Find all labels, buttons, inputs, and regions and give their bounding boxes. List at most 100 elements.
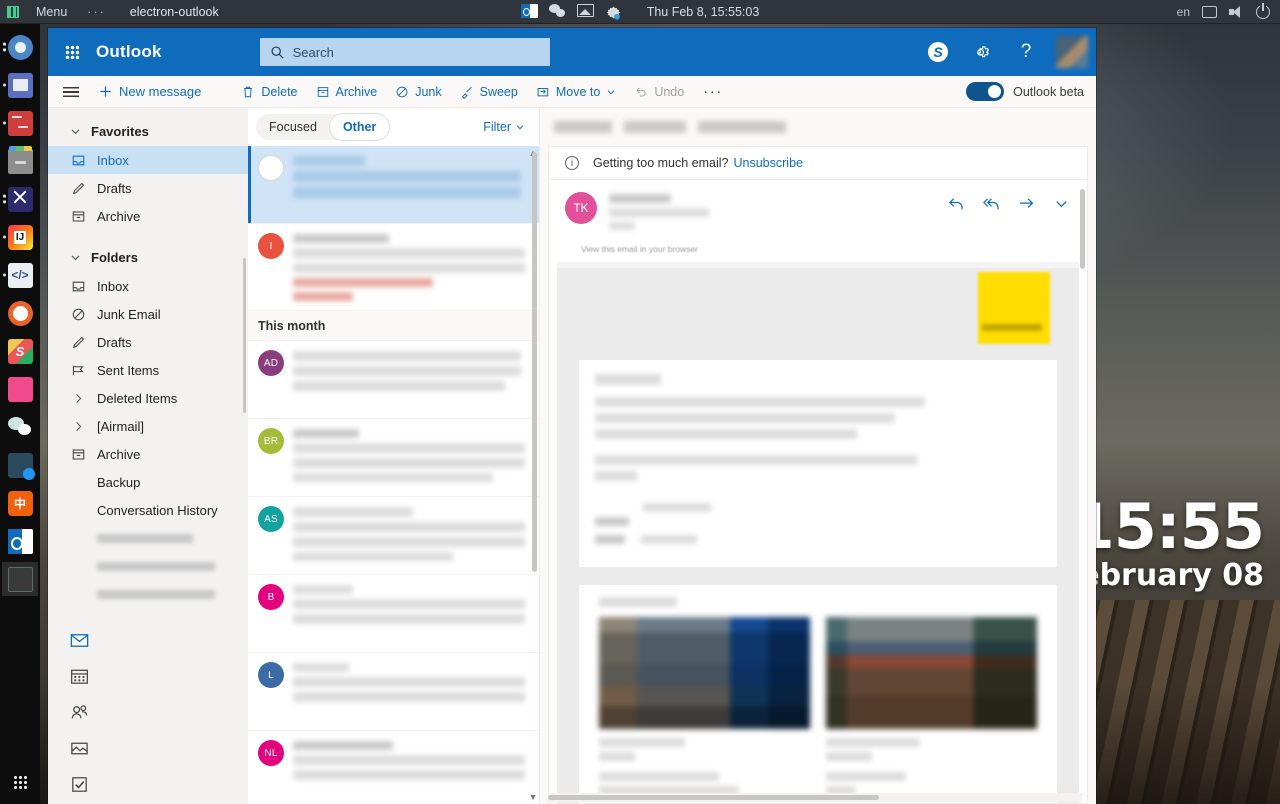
sweep-button[interactable]: Sweep [451, 76, 527, 108]
archive-button[interactable]: Archive [307, 76, 387, 108]
message-row[interactable]: B [248, 575, 539, 653]
new-message-button[interactable]: New message [94, 76, 210, 108]
reading-pane-scrollbar[interactable] [1080, 189, 1085, 789]
folder-item-blurred-9[interactable] [48, 524, 248, 552]
message-list-scrollbar[interactable] [532, 152, 537, 572]
message-row[interactable]: BR [248, 419, 539, 497]
favorites-group-header[interactable]: Favorites [48, 116, 248, 146]
folder-item-airmail[interactable]: [Airmail] [48, 412, 248, 440]
dock-item-red-app[interactable] [2, 106, 38, 140]
outlook-tray-icon[interactable] [520, 3, 539, 20]
dock-item-wechat[interactable] [2, 410, 38, 444]
dock-item-screenshot-tool[interactable] [2, 448, 38, 482]
settings-button[interactable] [964, 28, 1000, 76]
display-icon[interactable] [1202, 6, 1217, 18]
folder-item-blurred-10[interactable] [48, 552, 248, 580]
sender-avatar[interactable]: BR [258, 428, 284, 454]
reply-icon[interactable] [947, 194, 966, 213]
junk-button[interactable]: Junk [386, 76, 450, 108]
undo-button[interactable]: Undo [625, 76, 693, 108]
dock-item-orange-app[interactable]: 中 [2, 486, 38, 520]
dock-item-visual-studio[interactable]: ⨉ [2, 182, 38, 216]
app-launcher-icon[interactable] [48, 28, 96, 76]
sidebar-item-archive[interactable]: Archive [48, 202, 248, 230]
sidebar-item-inbox[interactable]: Inbox [48, 146, 248, 174]
folder-item-blurred-11[interactable] [48, 580, 248, 608]
unread-indicator[interactable] [258, 155, 284, 181]
sender-avatar[interactable]: AS [258, 506, 284, 532]
folder-pane-scrollbar[interactable] [243, 258, 246, 413]
dock-item-intellij-idea[interactable] [2, 220, 38, 254]
message-row[interactable]: I [248, 224, 539, 311]
dock-item-file-manager[interactable] [2, 144, 38, 178]
panel-overflow-button[interactable]: ··· [77, 0, 116, 24]
panel-logo-icon[interactable] [0, 0, 26, 24]
unsubscribe-link[interactable]: Unsubscribe [734, 156, 803, 170]
chevron-down-icon[interactable] [1052, 194, 1071, 213]
folder-item-inbox[interactable]: Inbox [48, 272, 248, 300]
nav-people[interactable] [58, 694, 100, 730]
volume-icon[interactable] [1229, 5, 1244, 19]
sidebar-item-drafts[interactable]: Drafts [48, 174, 248, 202]
folder-item-deleted-items[interactable]: Deleted Items [48, 384, 248, 412]
menu-icon[interactable] [48, 76, 94, 108]
message-row[interactable]: AD [248, 341, 539, 419]
wechat-tray-icon[interactable] [548, 3, 567, 20]
message-row[interactable]: NL [248, 731, 539, 804]
sender-avatar[interactable]: NL [258, 740, 284, 766]
junk-icon [70, 307, 86, 322]
view-in-browser-link[interactable]: View this email in your browser [549, 244, 1087, 254]
folder-item-junk-email[interactable]: Junk Email [48, 300, 248, 328]
sender-avatar[interactable]: I [258, 233, 284, 259]
power-icon[interactable] [1256, 3, 1270, 19]
toolbar-overflow-button[interactable]: ··· [693, 83, 733, 100]
dock-item-media-player[interactable] [2, 296, 38, 330]
settings-tray-icon[interactable] [605, 4, 623, 20]
search-box[interactable] [259, 38, 550, 66]
search-input[interactable] [292, 44, 540, 60]
panel-window-title[interactable]: electron-outlook [116, 0, 229, 24]
filter-button[interactable]: Filter [483, 120, 525, 134]
move-to-button[interactable]: Move to [527, 76, 625, 108]
nav-files[interactable] [58, 730, 100, 766]
folders-group-header[interactable]: Folders [48, 242, 248, 272]
dock-item-outlook[interactable] [2, 524, 38, 558]
folder-item-sent-items[interactable]: Sent Items [48, 356, 248, 384]
sender-avatar[interactable]: TK [565, 192, 597, 224]
scroll-down-arrow[interactable]: ▼ [527, 792, 539, 802]
dock-item-code-editor[interactable]: </> [2, 258, 38, 292]
reading-pane-hscrollbar[interactable] [548, 793, 1082, 802]
help-button[interactable]: ? [1008, 28, 1044, 76]
reply-all-icon[interactable] [982, 194, 1001, 213]
message-row[interactable]: AS [248, 497, 539, 575]
dock-item-terminal[interactable] [2, 562, 38, 596]
tab-focused[interactable]: Focused [256, 114, 330, 140]
account-avatar[interactable] [1056, 36, 1088, 68]
dock-item-pink-app[interactable] [2, 372, 38, 406]
folder-item-conversation-history[interactable]: Conversation History [48, 496, 248, 524]
folder-item-backup[interactable]: Backup [48, 468, 248, 496]
delete-button[interactable]: Delete [232, 76, 306, 108]
dock-item-sublime-text[interactable]: S [2, 334, 38, 368]
folder-item-archive[interactable]: Archive [48, 440, 248, 468]
sender-avatar[interactable]: L [258, 662, 284, 688]
focused-other-toggle[interactable]: Focused Other [256, 114, 390, 140]
message-row[interactable] [248, 146, 539, 224]
app-grid-button[interactable] [0, 760, 40, 804]
skype-button[interactable]: S [920, 28, 956, 76]
sender-avatar[interactable]: B [258, 584, 284, 610]
panel-menu-button[interactable]: Menu [26, 0, 77, 24]
sender-avatar[interactable]: AD [258, 350, 284, 376]
nav-calendar[interactable] [58, 658, 100, 694]
tab-other[interactable]: Other [329, 114, 390, 140]
folder-item-drafts[interactable]: Drafts [48, 328, 248, 356]
forward-icon[interactable] [1017, 194, 1036, 213]
keyboard-language-indicator[interactable]: en [1177, 5, 1190, 19]
outlook-beta-toggle[interactable] [966, 82, 1005, 101]
nav-mail[interactable] [58, 622, 100, 658]
nav-todo[interactable] [58, 766, 100, 802]
dock-item-chromium[interactable] [2, 30, 38, 64]
image-viewer-tray-icon[interactable] [576, 3, 595, 20]
dock-item-mail-client[interactable] [2, 68, 38, 102]
message-row[interactable]: L [248, 653, 539, 731]
